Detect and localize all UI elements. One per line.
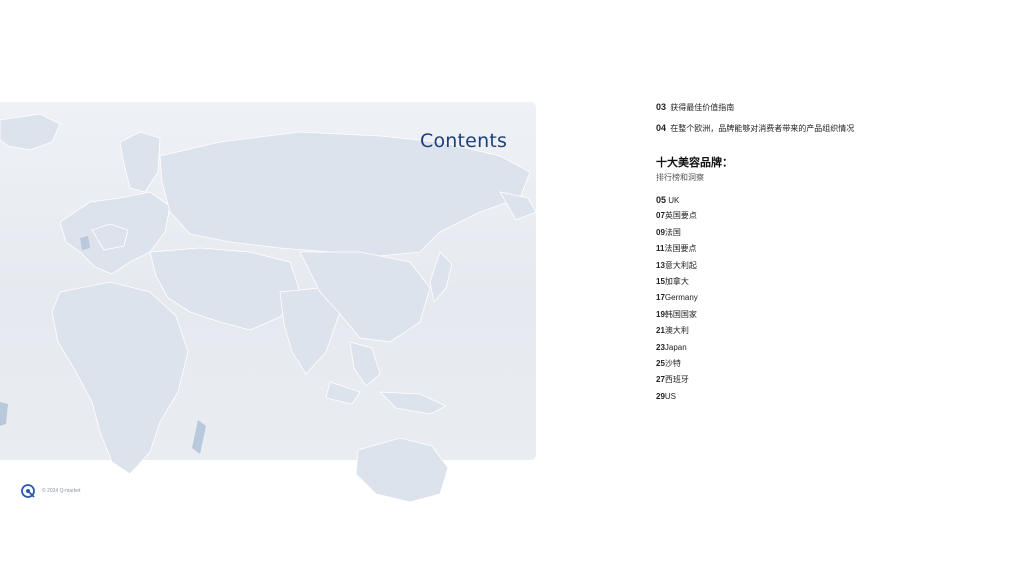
toc-page-number: 03 bbox=[656, 102, 667, 112]
toc-item[interactable]: 13意大利起 bbox=[656, 261, 996, 277]
toc-page-number: 13 bbox=[656, 260, 665, 270]
toc-item[interactable]: 21澳大利 bbox=[656, 326, 996, 342]
toc-page-number: 19 bbox=[656, 309, 665, 319]
toc-page-number: 17 bbox=[656, 293, 665, 303]
world-map-panel bbox=[0, 102, 537, 503]
toc-item[interactable]: 29US bbox=[656, 392, 996, 408]
toc-entry-text: 在整个欧洲，品牌能够对消费者带来的产品组织情况 bbox=[670, 124, 855, 133]
toc-entry-text: Japan bbox=[664, 342, 687, 352]
toc-entry-text: UK bbox=[666, 196, 680, 205]
footer-copyright: © 2024 Q-market bbox=[42, 488, 81, 494]
toc-page-number: 25 bbox=[656, 358, 665, 368]
world-map-illustration bbox=[0, 113, 537, 503]
toc-page-number: 27 bbox=[656, 375, 665, 385]
toc-entry-text: US bbox=[664, 391, 677, 401]
toc-intro-line[interactable]: 04 在整个欧洲，品牌能够对消费者带来的产品组织情况 bbox=[656, 123, 996, 134]
toc-entry-text: 沙特 bbox=[664, 358, 681, 368]
toc-entry-text: 英国要点 bbox=[664, 211, 697, 221]
toc-item[interactable]: 25沙特 bbox=[656, 359, 996, 375]
toc-item[interactable]: 23Japan bbox=[656, 343, 996, 359]
toc-entry-text: Germany bbox=[664, 293, 698, 303]
toc-entry-text: 韩国国家 bbox=[664, 309, 697, 319]
toc-entry-text: 澳大利 bbox=[664, 326, 689, 336]
toc-entry-text: 加拿大 bbox=[664, 276, 689, 286]
toc-page-number: 09 bbox=[656, 227, 665, 237]
toc-page-number: 29 bbox=[656, 391, 665, 401]
brands-subheading: 排行榜和洞察 bbox=[656, 173, 704, 182]
toc-page-number: 21 bbox=[656, 326, 665, 336]
q-logo-icon bbox=[21, 484, 35, 498]
toc-item[interactable]: 09法国 bbox=[656, 228, 996, 244]
table-of-contents: 03 获得最佳价值指南 04 在整个欧洲，品牌能够对消费者带来的产品组织情况 十… bbox=[656, 102, 996, 408]
toc-page-number: 23 bbox=[656, 342, 665, 352]
toc-page-number: 05 bbox=[656, 195, 667, 205]
toc-entry-text: 西班牙 bbox=[664, 375, 689, 385]
toc-item[interactable]: 15加拿大 bbox=[656, 277, 996, 293]
toc-page-number: 04 bbox=[656, 123, 667, 133]
footer: © 2024 Q-market bbox=[20, 483, 80, 499]
toc-entry-text: 获得最佳价值指南 bbox=[670, 103, 735, 112]
toc-page-number: 15 bbox=[656, 276, 665, 286]
toc-page-number: 07 bbox=[656, 211, 665, 221]
toc-item[interactable]: 17Germany bbox=[656, 293, 996, 309]
toc-item[interactable]: 19韩国国家 bbox=[656, 310, 996, 326]
toc-entry-text: 意大利起 bbox=[664, 260, 697, 270]
page-title: Contents bbox=[420, 130, 508, 152]
toc-item[interactable]: 05 UK bbox=[656, 195, 996, 211]
toc-item[interactable]: 11法国要点 bbox=[656, 244, 996, 260]
toc-entry-text: 法国 bbox=[664, 227, 681, 237]
toc-item[interactable]: 27西班牙 bbox=[656, 375, 996, 391]
toc-entry-text: 法国要点 bbox=[664, 244, 697, 254]
madagascar-shape bbox=[192, 420, 206, 454]
toc-intro-line[interactable]: 03 获得最佳价值指南 bbox=[656, 102, 996, 113]
toc-item[interactable]: 07英国要点 bbox=[656, 211, 996, 227]
brands-heading: 十大美容品牌： bbox=[656, 157, 733, 169]
